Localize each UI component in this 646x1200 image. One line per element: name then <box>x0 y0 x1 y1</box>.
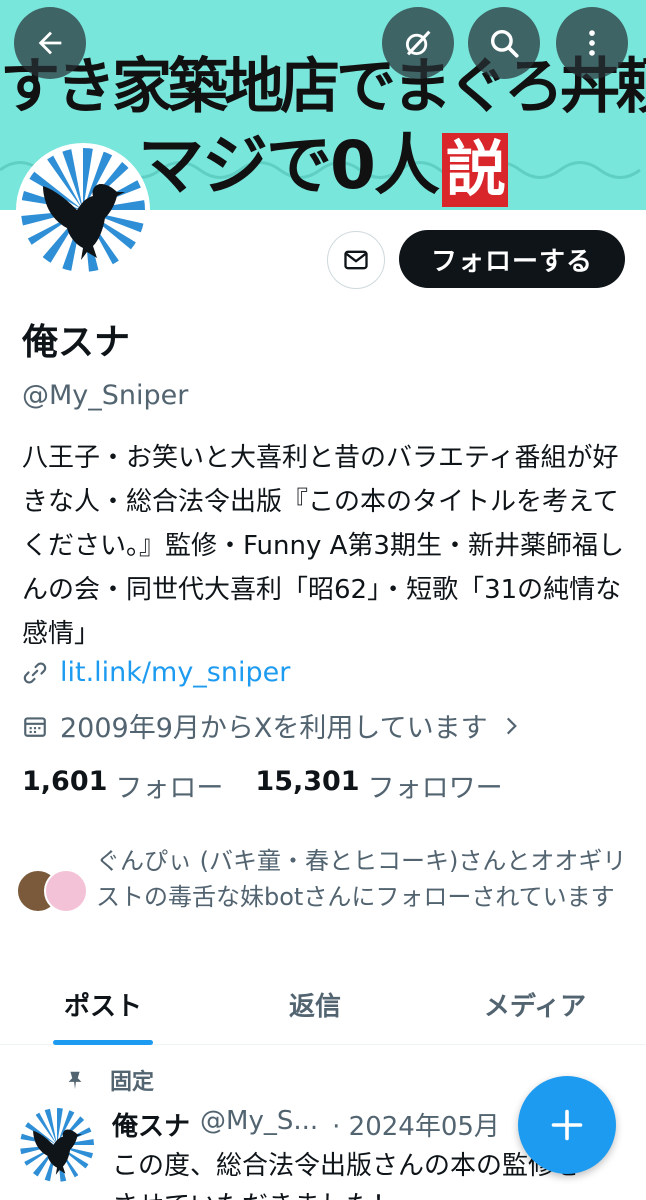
pin-icon <box>68 1071 82 1090</box>
search-icon <box>490 29 519 58</box>
compose-post-button[interactable] <box>518 1076 616 1174</box>
post-date[interactable]: · 2024年05月 <box>332 1106 500 1143</box>
profile-bio: 八王子・お笑いと大喜利と昔のバラエティ番組が好きな人・総合法令出版『この本のタイ… <box>22 443 624 649</box>
link-icon <box>23 662 47 683</box>
post-author-handle[interactable]: @My_S... <box>200 1106 318 1143</box>
joined-date-row[interactable]: 2009年9月からXを利用しています <box>22 706 524 745</box>
follow-counts: 1,601 フォロー 15,301 フォロワー <box>22 766 535 805</box>
post-avatar[interactable] <box>20 1108 94 1182</box>
profile-link-text[interactable]: lit.link/my_sniper <box>60 657 290 688</box>
followed-by-avatars <box>16 869 96 919</box>
bird-silhouette-avatar <box>21 148 145 272</box>
grok-button[interactable] <box>382 7 454 79</box>
post-text-line2: させていただきました！ <box>112 1186 632 1200</box>
calendar-icon <box>24 716 46 737</box>
pinned-label: 固定 <box>110 1070 155 1095</box>
message-button[interactable] <box>327 231 385 289</box>
profile-tabs: ポスト 返信 メディア <box>0 965 646 1045</box>
back-button[interactable] <box>14 7 86 79</box>
chevron-right-icon <box>506 717 517 734</box>
follower-avatar <box>44 869 88 913</box>
profile-avatar[interactable] <box>16 143 150 277</box>
following-count-link[interactable]: 1,601 フォロー <box>22 766 223 805</box>
post-author-name[interactable]: 俺スナ <box>112 1106 190 1143</box>
banner-red-badge: 説 <box>441 132 508 207</box>
followed-by-text: ぐんぴぃ (バキ童・春とヒコーキ)さんとオオギリストの毒舌な妹botさんにフォロ… <box>96 847 627 911</box>
bird-silhouette-avatar <box>20 1108 94 1182</box>
tab-replies[interactable]: 返信 <box>206 965 424 1044</box>
search-button[interactable] <box>468 7 540 79</box>
followers-count-link[interactable]: 15,301 フォロワー <box>255 766 502 805</box>
tab-posts[interactable]: ポスト <box>0 965 206 1044</box>
profile-handle: @My_Sniper <box>22 380 189 411</box>
banner-title-line2-text: マジで0人 <box>138 127 440 204</box>
profile-link-row[interactable]: lit.link/my_sniper <box>22 657 290 688</box>
arrow-left-icon <box>38 31 62 55</box>
more-button[interactable] <box>556 7 628 79</box>
followers-count: 15,301 <box>255 766 360 797</box>
followers-label: フォロワー <box>367 773 503 804</box>
post-header: 俺スナ @My_S... · 2024年05月 <box>112 1106 500 1143</box>
plus-icon <box>551 1109 583 1141</box>
joined-date-text: 2009年9月からXを利用しています <box>60 713 488 744</box>
grok-icon <box>405 30 431 56</box>
following-count: 1,601 <box>22 766 108 797</box>
follow-button[interactable]: フォローする <box>399 230 625 288</box>
envelope-icon <box>344 250 368 270</box>
tab-media[interactable]: メディア <box>424 965 646 1044</box>
followed-by-row[interactable]: ぐんぴぃ (バキ童・春とヒコーキ)さんとオオギリストの毒舌な妹botさんにフォロ… <box>16 843 636 919</box>
pinned-indicator: 固定 <box>64 1064 154 1096</box>
more-vertical-icon <box>589 30 595 56</box>
profile-name: 俺スナ <box>22 322 131 363</box>
following-label: フォロー <box>115 773 224 804</box>
